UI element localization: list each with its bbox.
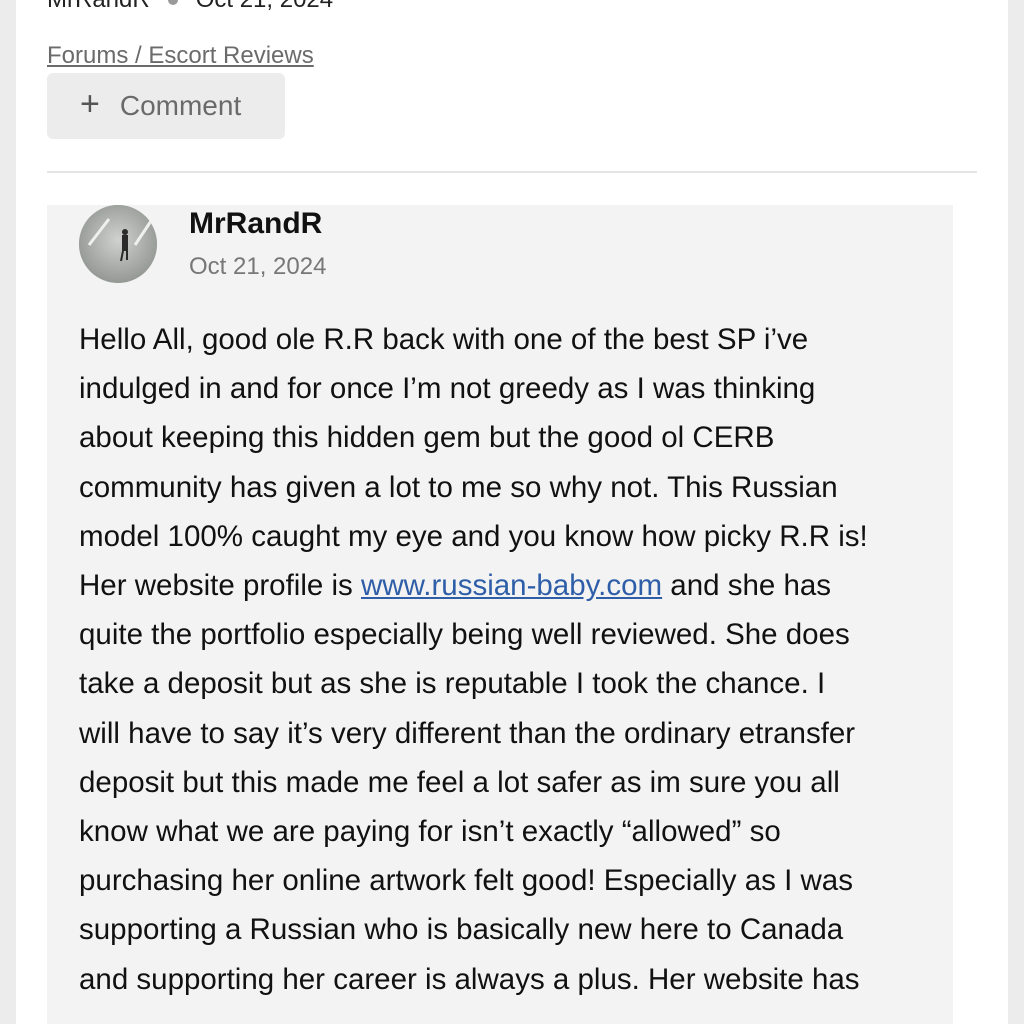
post-author[interactable]: MrRandR — [189, 207, 322, 241]
divider — [47, 171, 977, 173]
post-line: purchasing her online artwork felt good!… — [79, 864, 853, 898]
post-line: Hello All, good ole R.R back with one of… — [79, 323, 809, 356]
link-line-after: and she has — [662, 569, 832, 603]
post-line: deposit but this made me feel a lot safe… — [79, 765, 840, 799]
post-line: will have to say it’s very different tha… — [79, 716, 856, 750]
breadcrumb[interactable]: Forums / Escort Reviews — [47, 42, 314, 70]
post-body: Hello All, good ole R.R back with one of… — [79, 315, 939, 1004]
post-line: indulged in and for once I’m not greedy … — [79, 372, 816, 406]
link-line-before: Her website profile is — [79, 569, 361, 603]
post-line: model 100% caught my eye and you know ho… — [79, 519, 868, 553]
comment-button-label: Comment — [119, 90, 242, 121]
separator-dot — [167, 0, 178, 5]
post-line: know what we are paying for isn’t exactl… — [79, 815, 781, 849]
post-line-with-link: Her website profile is www.russian-baby.… — [79, 561, 939, 610]
plus-icon: + — [80, 85, 100, 123]
post-line: quite the portfolio especially being wel… — [79, 618, 850, 652]
top-meta: MrRandR Oct 21, 2024 — [47, 0, 333, 14]
page: MrRandR Oct 21, 2024 Forums / Escort Rev… — [16, 0, 1008, 1024]
post-line: about keeping this hidden gem but the go… — [79, 421, 775, 455]
post-date: Oct 21, 2024 — [189, 253, 327, 280]
top-date: Oct 21, 2024 — [196, 0, 333, 14]
post-line: take a deposit but as she is reputable I… — [79, 667, 826, 701]
avatar-image — [79, 205, 157, 283]
website-link[interactable]: www.russian-baby.com — [361, 569, 662, 602]
post: MrRandR Oct 21, 2024 Hello All, good ole… — [47, 205, 953, 1024]
user-avatar[interactable] — [79, 205, 157, 283]
comment-button[interactable]: + Comment — [47, 73, 285, 139]
post-line: and supporting her career is always a pl… — [79, 962, 860, 996]
post-line: community has given a lot to me so why n… — [79, 470, 838, 504]
top-author[interactable]: MrRandR — [47, 0, 150, 14]
post-line: supporting a Russian who is basically ne… — [79, 913, 844, 947]
